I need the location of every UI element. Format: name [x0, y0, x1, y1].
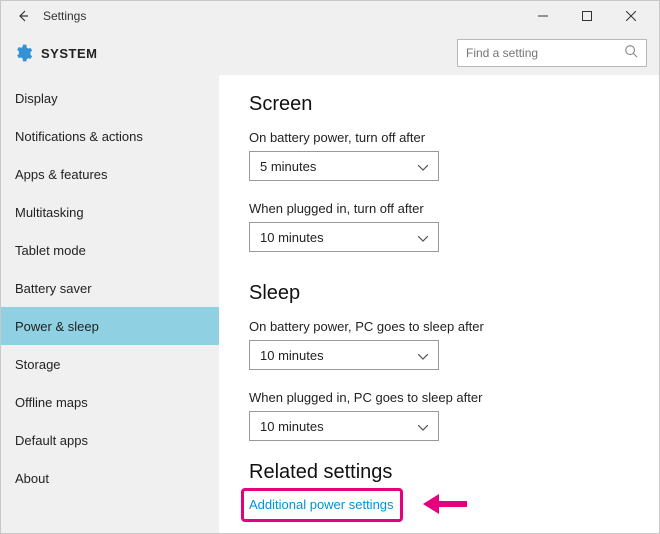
annotation-arrow-icon — [423, 492, 467, 521]
sidebar-item-tablet-mode[interactable]: Tablet mode — [1, 231, 219, 269]
content-area: Screen On battery power, turn off after … — [219, 75, 659, 533]
sidebar-item-display[interactable]: Display — [1, 79, 219, 117]
sidebar-item-label: Apps & features — [15, 167, 108, 182]
dropdown-value: 10 minutes — [260, 419, 324, 434]
titlebar: Settings — [1, 1, 659, 31]
header: SYSTEM — [1, 31, 659, 75]
search-input[interactable] — [466, 46, 624, 60]
chevron-down-icon — [418, 348, 428, 363]
chevron-down-icon — [418, 159, 428, 174]
back-button[interactable] — [11, 4, 35, 28]
sidebar-item-label: Offline maps — [15, 395, 88, 410]
sleep-plugged-dropdown[interactable]: 10 minutes — [249, 411, 439, 441]
sidebar-item-label: Storage — [15, 357, 61, 372]
dropdown-value: 10 minutes — [260, 230, 324, 245]
search-box[interactable] — [457, 39, 647, 67]
sidebar-item-about[interactable]: About — [1, 459, 219, 497]
sidebar-item-storage[interactable]: Storage — [1, 345, 219, 383]
sleep-battery-dropdown[interactable]: 10 minutes — [249, 340, 439, 370]
screen-battery-dropdown[interactable]: 5 minutes — [249, 151, 439, 181]
close-button[interactable] — [609, 1, 653, 31]
sidebar-item-default-apps[interactable]: Default apps — [1, 421, 219, 459]
sidebar-item-label: Display — [15, 91, 58, 106]
maximize-button[interactable] — [565, 1, 609, 31]
dropdown-value: 10 minutes — [260, 348, 324, 363]
sidebar-item-notifications[interactable]: Notifications & actions — [1, 117, 219, 155]
sleep-battery-label: On battery power, PC goes to sleep after — [249, 319, 659, 334]
gear-icon — [13, 43, 33, 63]
sidebar-item-label: About — [15, 471, 49, 486]
screen-heading: Screen — [249, 93, 659, 116]
screen-plugged-dropdown[interactable]: 10 minutes — [249, 222, 439, 252]
chevron-down-icon — [418, 419, 428, 434]
screen-plugged-label: When plugged in, turn off after — [249, 201, 659, 216]
sidebar-item-label: Multitasking — [15, 205, 84, 220]
sidebar-item-label: Default apps — [15, 433, 88, 448]
additional-power-settings-link[interactable]: Additional power settings — [249, 497, 394, 512]
sidebar-item-label: Notifications & actions — [15, 129, 143, 144]
chevron-down-icon — [418, 230, 428, 245]
sidebar-item-power-sleep[interactable]: Power & sleep — [1, 307, 219, 345]
section-title: SYSTEM — [41, 46, 97, 61]
sleep-plugged-label: When plugged in, PC goes to sleep after — [249, 390, 659, 405]
sidebar-item-apps[interactable]: Apps & features — [1, 155, 219, 193]
sidebar-item-label: Power & sleep — [15, 319, 99, 334]
sidebar-item-offline-maps[interactable]: Offline maps — [1, 383, 219, 421]
sidebar-item-multitasking[interactable]: Multitasking — [1, 193, 219, 231]
window-title: Settings — [43, 9, 521, 23]
minimize-button[interactable] — [521, 1, 565, 31]
sidebar-item-label: Battery saver — [15, 281, 92, 296]
window-controls — [521, 1, 653, 31]
sidebar: Display Notifications & actions Apps & f… — [1, 75, 219, 533]
related-heading: Related settings — [249, 461, 659, 484]
sleep-heading: Sleep — [249, 282, 659, 305]
dropdown-value: 5 minutes — [260, 159, 316, 174]
search-icon — [624, 44, 638, 63]
sidebar-item-label: Tablet mode — [15, 243, 86, 258]
sidebar-item-battery-saver[interactable]: Battery saver — [1, 269, 219, 307]
screen-battery-label: On battery power, turn off after — [249, 130, 659, 145]
